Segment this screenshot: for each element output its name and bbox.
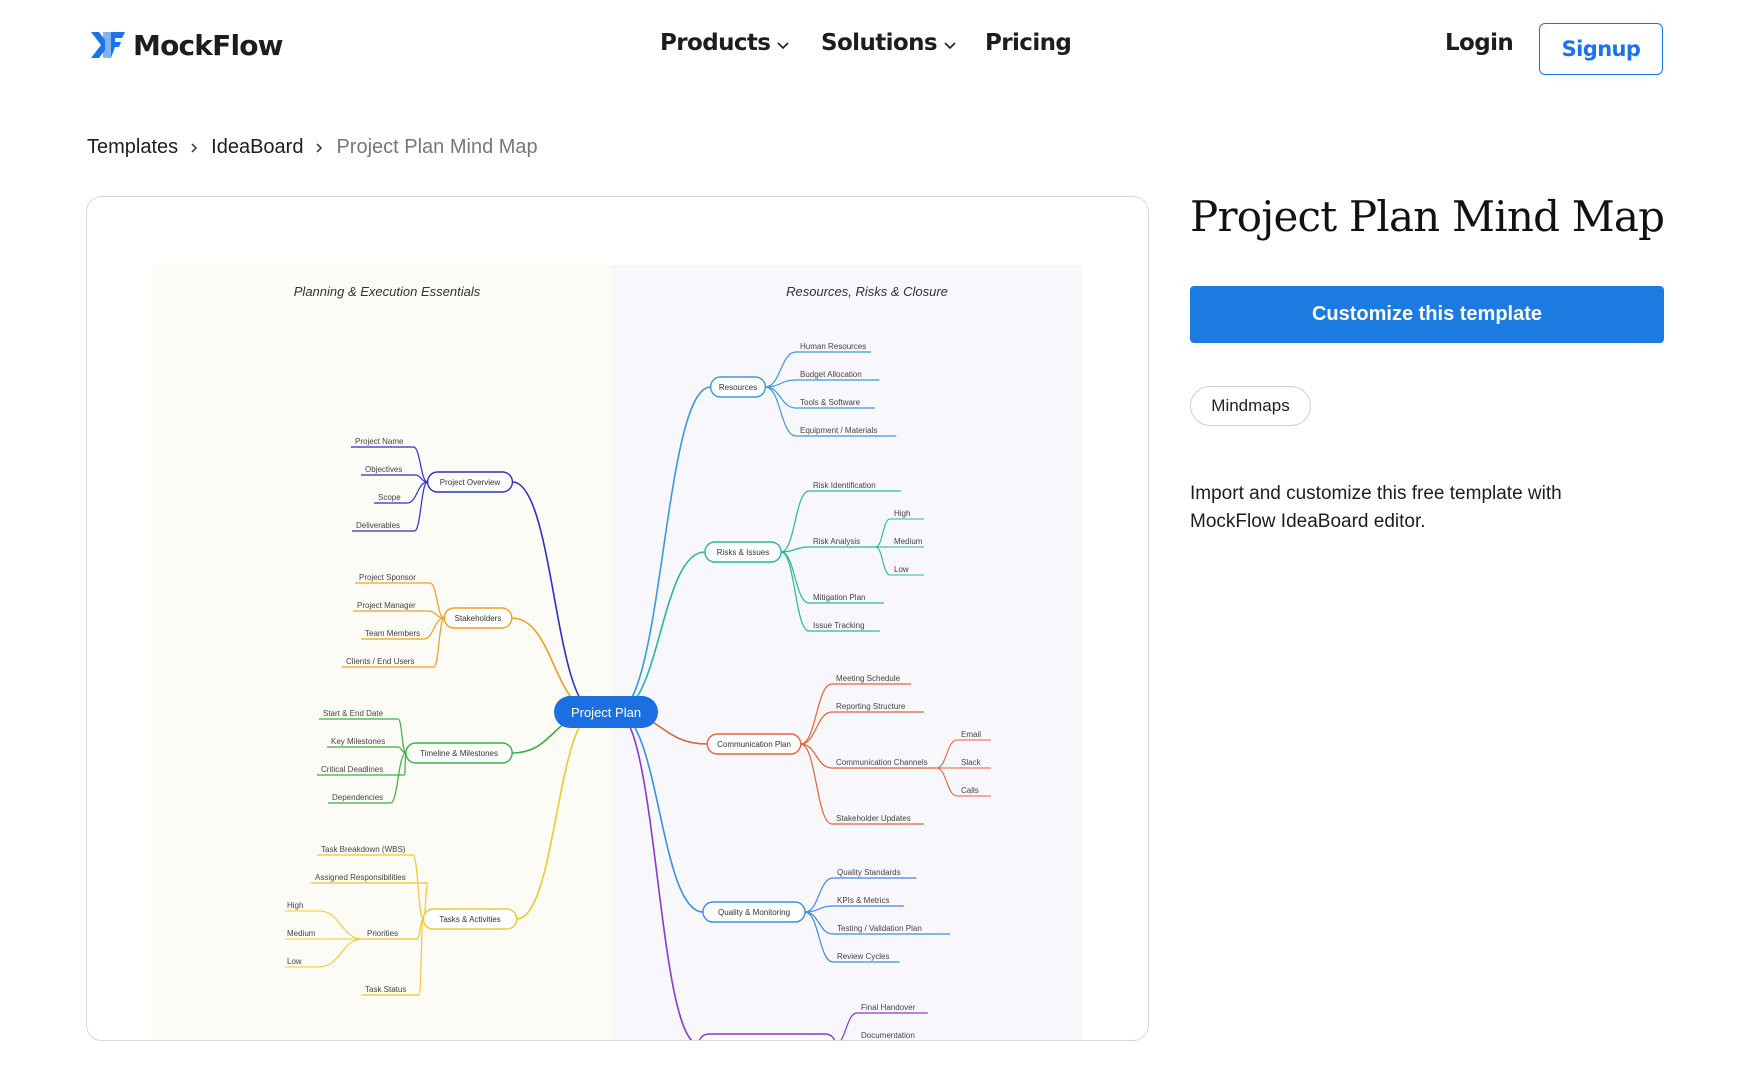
nav-pricing[interactable]: Pricing	[985, 30, 1072, 56]
mindmap-child-label: Clients / End Users	[346, 657, 414, 666]
breadcrumb-current: Project Plan Mind Map	[336, 136, 538, 158]
template-preview[interactable]: Planning & Execution Essentials Resources…	[86, 196, 1149, 1041]
mindmap-sub-label: Slack	[961, 758, 982, 767]
nav-solutions-label: Solutions	[821, 30, 938, 56]
mockflow-logo[interactable]: MockFlow	[89, 28, 284, 62]
mindmap-child-label: Documentation	[861, 1031, 915, 1040]
mindmap-sub-label: High	[894, 509, 910, 518]
mindmap-child-label: Testing / Validation Plan	[837, 924, 922, 933]
mindmap-child-label: Scope	[378, 493, 401, 502]
mindmap-child-label: Project Manager	[357, 601, 416, 610]
mindmap-sub-label: Email	[961, 730, 981, 739]
mindmap-branch-label: Risks & Issues	[717, 548, 769, 557]
mindmap-branch-label: Project Overview	[440, 478, 501, 487]
mindmap-child-label: Team Members	[365, 629, 420, 638]
mindmap-sub-label: Low	[894, 565, 909, 574]
breadcrumb-ideaboard[interactable]: IdeaBoard	[211, 136, 303, 159]
nav-products[interactable]: Products	[660, 30, 790, 56]
chevron-right-icon	[316, 142, 323, 153]
login-link[interactable]: Login	[1445, 30, 1514, 56]
mindmap-sub-label: Calls	[961, 786, 979, 795]
mindmap-child-label: Issue Tracking	[813, 621, 865, 630]
mindmap-sub-label: Medium	[287, 929, 316, 938]
mindmap-center-label: Project Plan	[571, 705, 641, 720]
mindmap-child-label: Project Name	[355, 437, 404, 446]
mindmap-branch-label: Resources	[719, 383, 757, 392]
brand-name: MockFlow	[133, 28, 284, 62]
mindmap-child-label: Human Resources	[800, 342, 866, 351]
mindmap-child-label: Review Cycles	[837, 952, 889, 961]
chevron-down-icon	[777, 42, 789, 50]
mindmap-left-heading: Planning & Execution Essentials	[294, 284, 481, 299]
mindmap-child-label: Task Breakdown (WBS)	[321, 845, 406, 854]
chevron-down-icon	[944, 42, 956, 50]
mindmap-child-label: Task Status	[365, 985, 406, 994]
mindmap-child-label: Objectives	[365, 465, 402, 474]
mindmap-child-label: Deliverables	[356, 521, 400, 530]
mindmap-branch-label: Final Deliverables & Closure	[717, 1040, 818, 1041]
mindmap-branch-label: Quality & Monitoring	[718, 908, 790, 917]
mindmap-branch-label: Stakeholders	[455, 614, 502, 623]
mindmap-sub-label: Medium	[894, 537, 923, 546]
mindmap-branch-label: Communication Plan	[717, 740, 791, 749]
mindmap-branch-label: Timeline & Milestones	[420, 749, 498, 758]
mindmap-child-label: Start & End Date	[323, 709, 384, 718]
mindmap-child-label: Assigned Responsibilities	[315, 873, 406, 882]
breadcrumb: Templates IdeaBoard Project Plan Mind Ma…	[87, 136, 538, 159]
nav-pricing-label: Pricing	[985, 30, 1072, 56]
mindmap-child-label: Equipment / Materials	[800, 426, 877, 435]
mindmap-child-label: Key Milestones	[331, 737, 385, 746]
nav-solutions[interactable]: Solutions	[821, 30, 957, 56]
mindmap-child-label: Mitigation Plan	[813, 593, 865, 602]
mindmap-child-label: KPIs & Metrics	[837, 896, 889, 905]
mindmap-child-label: Risk Analysis	[813, 537, 860, 546]
mindmap-child-label: Communication Channels	[836, 758, 928, 767]
nav-products-label: Products	[660, 30, 771, 56]
mindmap-child-label: Budget Allocation	[800, 370, 862, 379]
mindmap-child-label: Tools & Software	[800, 398, 861, 407]
mindmap-child-label: Stakeholder Updates	[836, 814, 911, 823]
mindmap-child-label: Risk Identification	[813, 481, 876, 490]
mindmap-child-label: Meeting Schedule	[836, 674, 901, 683]
mockflow-logo-icon	[91, 32, 125, 58]
mindmap-preview-image: Planning & Execution Essentials Resources…	[152, 265, 1082, 1041]
signup-button[interactable]: Signup	[1539, 23, 1663, 75]
mindmap-child-label: Priorities	[367, 929, 398, 938]
mindmap-left-panel	[152, 265, 612, 1040]
mindmap-child-label: Dependencies	[332, 793, 383, 802]
mindmap-branch-label: Tasks & Activities	[439, 915, 500, 924]
mindmap-child-label: Critical Deadlines	[321, 765, 383, 774]
customize-template-button[interactable]: Customize this template	[1190, 286, 1664, 343]
template-description: Import and customize this free template …	[1190, 483, 1562, 532]
mindmap-child-label: Reporting Structure	[836, 702, 906, 711]
mindmap-sub-label: High	[287, 901, 303, 910]
mindmap-child-label: Quality Standards	[837, 868, 901, 877]
mindmap-child-label: Final Handover	[861, 1003, 916, 1012]
breadcrumb-templates[interactable]: Templates	[87, 136, 178, 159]
category-tag[interactable]: Mindmaps	[1190, 386, 1311, 426]
mindmap-right-heading: Resources, Risks & Closure	[786, 284, 948, 299]
site-header: MockFlow Products Solutions Pricing Logi…	[0, 0, 1747, 98]
page-title: Project Plan Mind Map	[1190, 192, 1665, 241]
mindmap-sub-label: Low	[287, 957, 302, 966]
chevron-right-icon	[191, 142, 198, 153]
mindmap-child-label: Project Sponsor	[359, 573, 416, 582]
